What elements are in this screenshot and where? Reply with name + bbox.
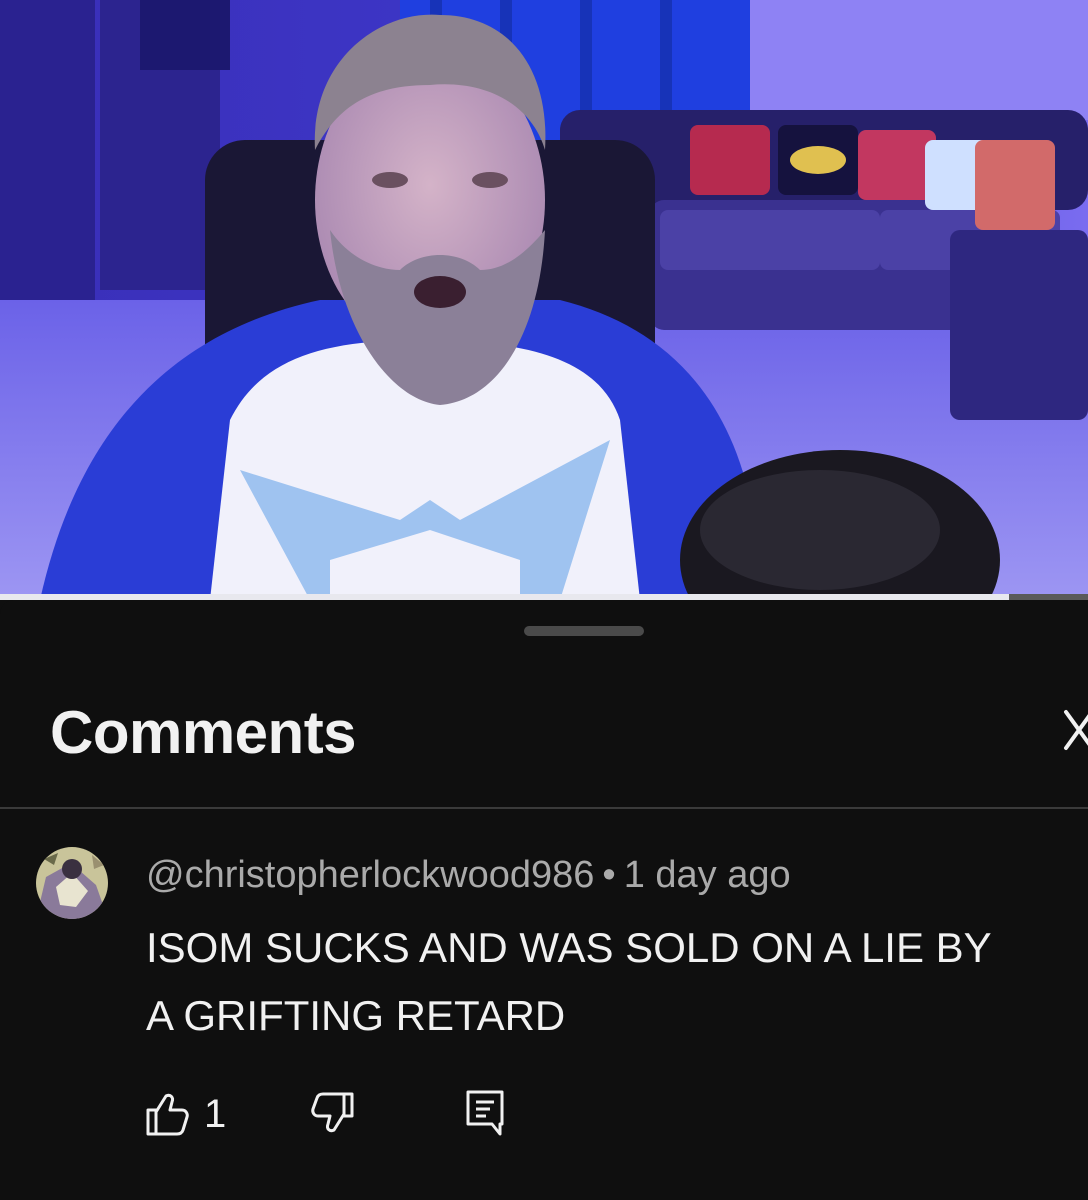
comment-text: ISOM SUCKS AND WAS SOLD ON A LIE BY A GR… [146,924,992,1039]
avatar[interactable] [36,847,108,919]
comments-title: Comments [50,699,357,766]
reply-icon [466,1090,504,1136]
close-button[interactable] [1052,700,1088,760]
close-icon [1064,710,1088,750]
like-button[interactable]: 1 [140,1086,226,1142]
header-divider [0,807,1088,809]
thumbs-down-icon [311,1092,354,1133]
video-frame [0,0,1088,600]
comment-meta: @christopherlockwood986 • 1 day ago [146,852,791,898]
drag-handle[interactable] [524,626,644,636]
avatar-image [36,847,108,919]
reply-button[interactable] [460,1086,512,1143]
dislike-button[interactable] [308,1086,360,1143]
comment-actions: 1 [0,1086,1088,1146]
like-count: 1 [204,1091,227,1136]
video-player[interactable] [0,0,1088,600]
comment-author[interactable]: @christopherlockwood986 [146,854,594,896]
thumbs-up-icon [146,1093,189,1136]
meta-separator: • [602,854,616,896]
comments-sheet: Comments @christopherlockwood986 • 1 day a… [0,600,1088,1200]
comment-timestamp: 1 day ago [623,854,791,896]
